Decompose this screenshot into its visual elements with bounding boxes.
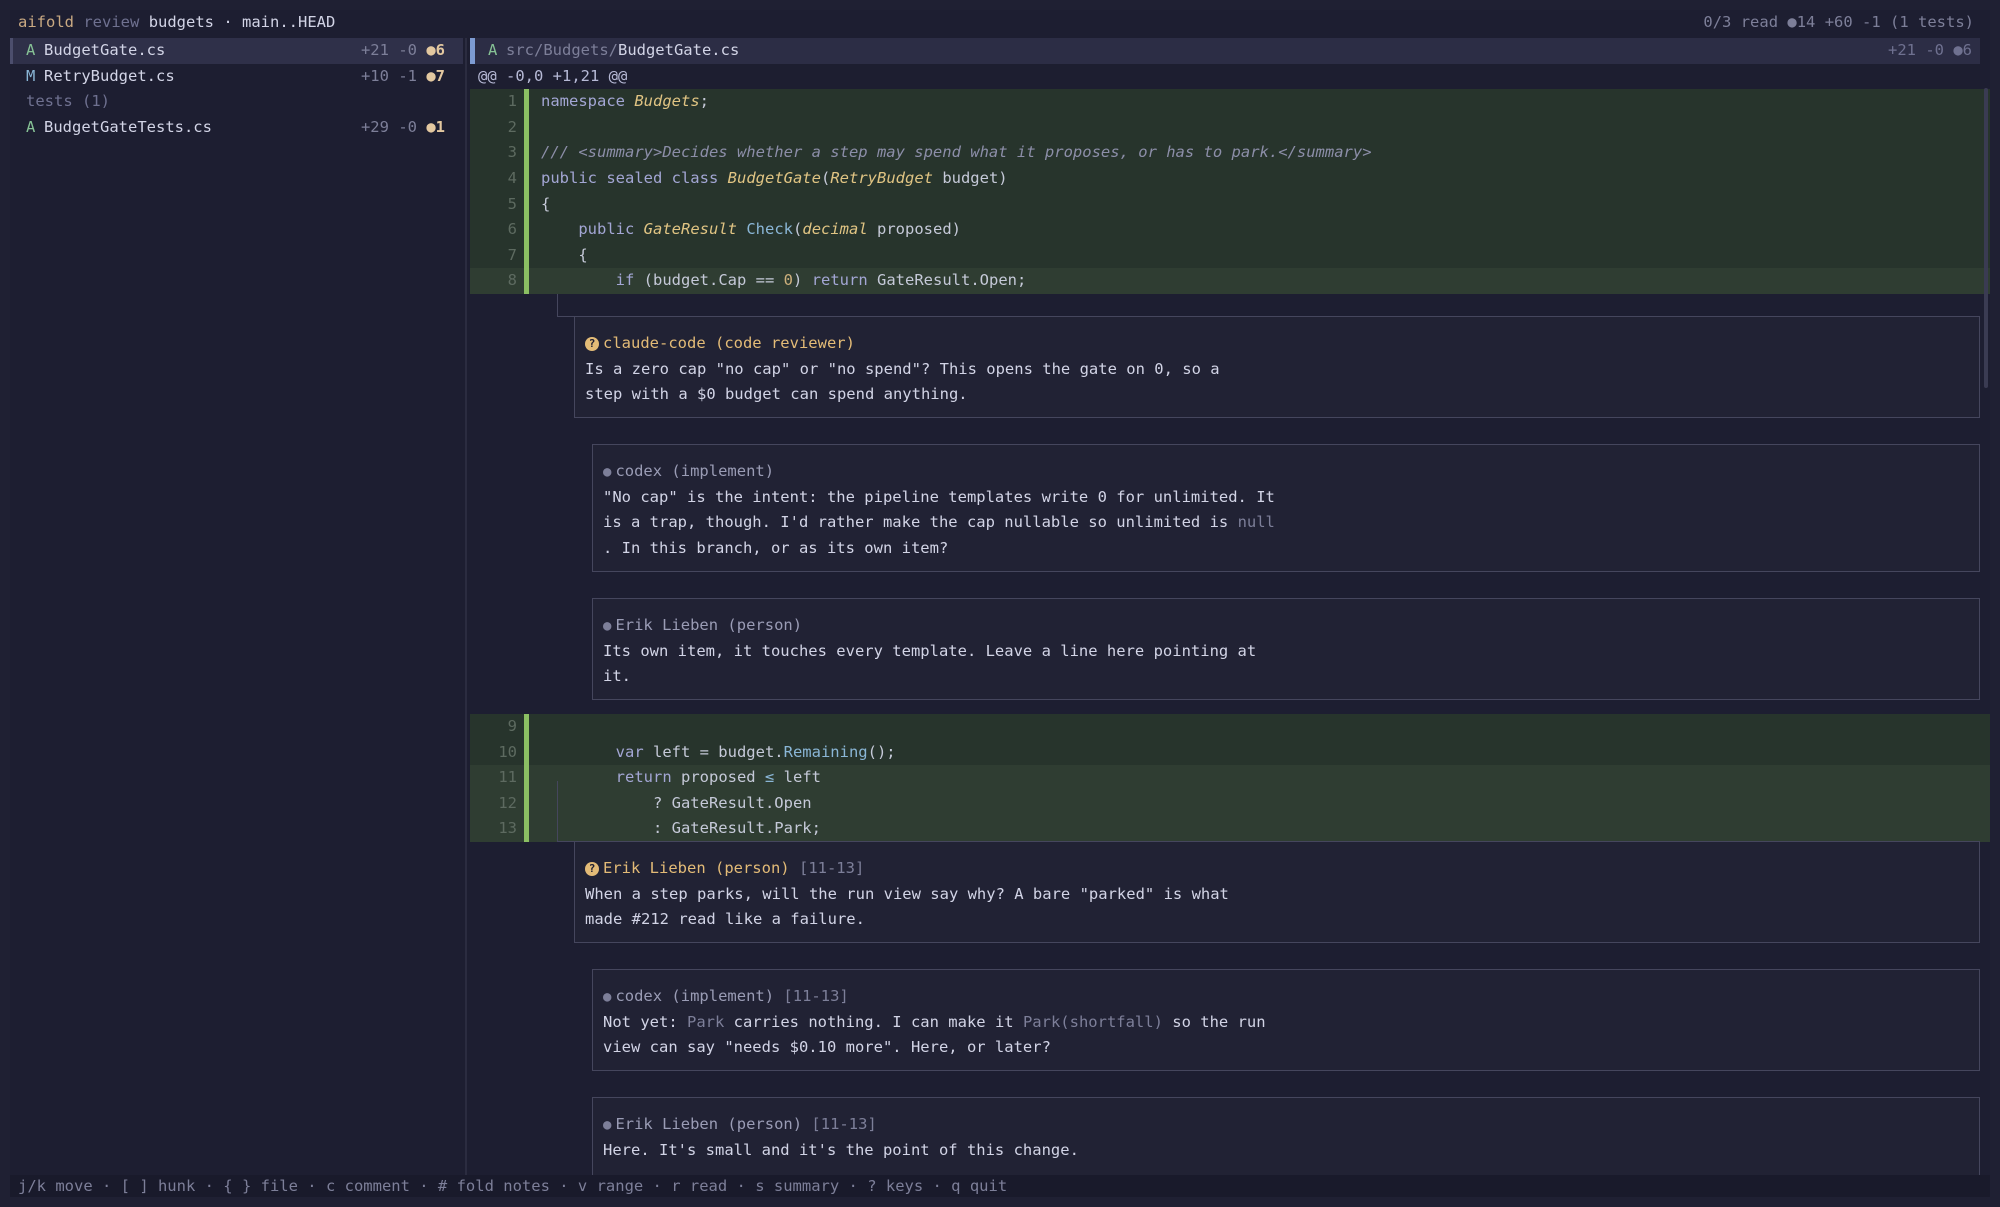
code-line[interactable]: 7 { <box>470 242 1990 269</box>
code-line[interactable]: 1 namespace Budgets; <box>470 89 1990 115</box>
note-body: "No cap" is the intent: the pipeline tem… <box>603 487 1275 557</box>
file-status: A <box>488 41 498 59</box>
tests-group-header[interactable]: tests (1) <box>10 89 463 115</box>
code-line[interactable]: 3/// <summary>Decides whether a step may… <box>470 140 1990 166</box>
branch-range: budgets · main..HEAD <box>148 13 336 31</box>
note-body: Here. It's small and it's the point of t… <box>603 1140 1079 1159</box>
file-stats: +21 -0 ●6 <box>1888 41 1972 59</box>
code-line-selected[interactable]: 12 ? GateResult.Open <box>470 790 1990 817</box>
comment-bubble-icon: ● <box>603 1117 612 1133</box>
file-item-retrybudget[interactable]: M RetryBudget.cs +10 -1 ●7 <box>10 64 463 90</box>
diff-file-header: Asrc/Budgets/BudgetGate.cs +21 -0 ●6 <box>470 38 1980 64</box>
file-status: A <box>26 117 36 136</box>
note-body: Is a zero cap "no cap" or "no spend"? Th… <box>585 359 1220 404</box>
code-line-selected[interactable]: 11 return proposed ≤ left <box>470 765 1990 791</box>
file-stats: +10 -1 ●7 <box>360 66 445 85</box>
code-line[interactable]: 2 <box>470 114 1990 141</box>
hunk-header[interactable]: @@ -0,0 +1,21 @@ <box>470 63 1980 90</box>
comment-bubble-icon: ● <box>603 989 612 1005</box>
mode-label: review <box>83 13 140 31</box>
file-status: A <box>26 41 36 59</box>
scrollbar[interactable] <box>1984 88 1988 388</box>
note-author: claude-code (code reviewer) <box>603 334 855 352</box>
thread-connector <box>557 294 558 316</box>
line-range: [11-13] <box>798 859 865 877</box>
file-stats: +21 -0 ●6 <box>360 41 445 59</box>
note-author: codex (implement) <box>615 987 775 1005</box>
code-block-2: 9 10 var left = budget.Remaining(); 11 r… <box>470 714 1990 842</box>
note-author: Erik Lieben (person) <box>603 859 790 877</box>
top-bar: aifold review budgets · main..HEAD 0/3 r… <box>18 10 1982 34</box>
file-item-budgetgate[interactable]: A BudgetGate.cs +21 -0 ●6 <box>10 38 463 64</box>
review-status: 0/3 read ●14 +60 -1 (1 tests) <box>1703 13 1974 31</box>
code-line-selected[interactable]: 13 : GateResult.Park; <box>470 816 1990 842</box>
notes-count-badge: ●1 <box>426 117 445 136</box>
question-icon: ? <box>585 337 599 351</box>
app-frame: aifold review budgets · main..HEAD 0/3 r… <box>10 10 1990 1197</box>
code-line[interactable]: 5{ <box>470 191 1990 218</box>
line-range: [11-13] <box>783 987 849 1005</box>
note-body: When a step parks, will the run view say… <box>585 884 1229 929</box>
file-name: BudgetGate.cs <box>44 41 166 59</box>
file-status: M <box>26 66 36 85</box>
line-range: [11-13] <box>811 1115 877 1133</box>
thread-connector <box>557 316 575 317</box>
file-name: BudgetGate.cs <box>617 41 740 59</box>
file-item-budgetgatetests[interactable]: A BudgetGateTests.cs +29 -0 ●1 <box>10 115 463 141</box>
pane-divider[interactable] <box>465 38 467 1175</box>
thread-connector <box>557 841 575 842</box>
app-name: aifold <box>18 13 74 31</box>
note-author: Erik Lieben (person) <box>615 616 803 634</box>
note-body: Not yet: Park carries nothing. I can mak… <box>603 1012 1266 1057</box>
reply-note[interactable]: ● codex (implement) [11-13] Not yet: Park… <box>592 969 1980 1071</box>
reply-note[interactable]: ● codex (implement) "No cap" is the inten… <box>592 444 1980 572</box>
code-line[interactable]: 9 <box>470 714 1990 740</box>
reply-note[interactable]: ● Erik Lieben (person) [11-13] Here. It's… <box>592 1097 1980 1175</box>
review-note[interactable]: ? Erik Lieben (person) [11-13] When a ste… <box>574 841 1980 943</box>
code-block-1: 1 namespace Budgets; 2 3/// <summary>Deci… <box>470 89 1990 294</box>
code-line[interactable]: 6 public GateResult Check(decimal propos… <box>470 217 1990 243</box>
note-body: Its own item, it touches every template.… <box>603 641 1257 686</box>
notes-count-badge: ●7 <box>426 66 445 85</box>
diff-view: Asrc/Budgets/BudgetGate.cs +21 -0 ●6 @@ … <box>470 38 1990 1175</box>
file-list: A BudgetGate.cs +21 -0 ●6 M RetryBudget.cs… <box>10 38 463 1175</box>
code-line-cursor[interactable]: 8 if (budget.Cap == 0) return GateResult… <box>470 268 1990 294</box>
question-icon: ? <box>585 862 599 876</box>
review-note[interactable]: ? claude-code (code reviewer) Is a zero c… <box>574 316 1980 418</box>
keybinding-hints: j/k move · [ ] hunk · { } file · c comme… <box>10 1175 1990 1197</box>
file-stats: +29 -0 ●1 <box>360 117 445 136</box>
code-line[interactable]: 4 public sealed class BudgetGate(RetryBud… <box>470 165 1990 192</box>
code-line[interactable]: 10 var left = budget.Remaining(); <box>470 739 1990 766</box>
file-name: BudgetGateTests.cs <box>44 117 212 136</box>
thread-connector <box>557 781 558 841</box>
notes-count-badge: ●6 <box>426 41 445 59</box>
file-name: RetryBudget.cs <box>44 66 175 85</box>
note-author: codex (implement) <box>615 462 775 480</box>
note-author: Erik Lieben (person) <box>615 1115 803 1133</box>
file-path: src/Budgets/ <box>506 41 618 59</box>
comment-bubble-icon: ● <box>603 464 612 480</box>
comment-bubble-icon: ● <box>603 618 612 634</box>
reply-note[interactable]: ● Erik Lieben (person) Its own item, it t… <box>592 598 1980 700</box>
